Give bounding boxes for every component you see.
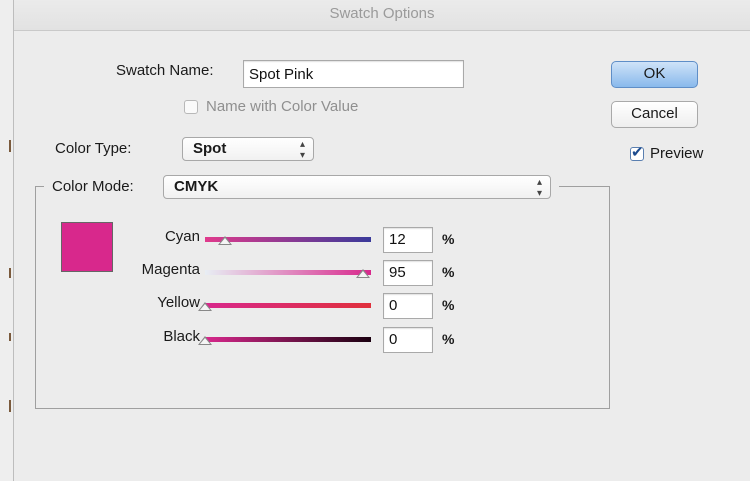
channel-label-black: Black xyxy=(163,328,200,345)
name-with-color-value-checkbox[interactable] xyxy=(184,100,198,114)
swatch-name-input[interactable] xyxy=(243,60,464,88)
channel-value-yellow[interactable] xyxy=(383,293,433,319)
color-type-label: Color Type: xyxy=(55,140,132,157)
channel-slider-yellow[interactable] xyxy=(205,303,371,308)
popup-arrows-icon: ▴ ▾ xyxy=(299,139,305,161)
swatch-name-label: Swatch Name: xyxy=(116,62,214,79)
channel-slider-magenta[interactable] xyxy=(205,270,371,275)
cancel-button[interactable]: Cancel xyxy=(611,101,698,128)
popup-arrows-icon: ▴ ▾ xyxy=(536,177,542,199)
slider-thumb-icon[interactable] xyxy=(198,336,212,345)
channel-label-yellow: Yellow xyxy=(157,294,200,311)
channel-slider-black[interactable] xyxy=(205,337,371,342)
window-title: Swatch Options xyxy=(14,0,750,31)
background-window-edge xyxy=(0,0,14,481)
percent-unit: % xyxy=(442,331,455,347)
color-swatch-preview xyxy=(61,222,113,272)
channel-value-black[interactable] xyxy=(383,327,433,353)
name-with-color-value-label: Name with Color Value xyxy=(206,98,359,115)
preview-label: Preview xyxy=(650,145,704,162)
color-mode-label: Color Mode: xyxy=(52,178,134,195)
slider-thumb-icon[interactable] xyxy=(198,302,212,311)
percent-unit: % xyxy=(442,231,455,247)
color-mode-value: CMYK xyxy=(174,178,219,195)
percent-unit: % xyxy=(442,264,455,280)
color-type-select[interactable]: Spot ▴ ▾ xyxy=(182,137,314,161)
slider-thumb-icon[interactable] xyxy=(355,269,370,278)
channel-value-magenta[interactable] xyxy=(383,260,433,286)
channel-label-cyan: Cyan xyxy=(164,228,200,245)
preview-checkbox[interactable] xyxy=(630,143,644,161)
color-type-value: Spot xyxy=(193,140,227,157)
ok-button[interactable]: OK xyxy=(611,61,698,88)
channel-value-cyan[interactable] xyxy=(383,227,433,253)
color-mode-select[interactable]: CMYK ▴ ▾ xyxy=(163,175,551,199)
channel-label-magenta: Magenta xyxy=(141,261,200,278)
slider-thumb-icon[interactable] xyxy=(217,236,232,245)
percent-unit: % xyxy=(442,297,455,313)
color-mode-group xyxy=(35,186,610,409)
